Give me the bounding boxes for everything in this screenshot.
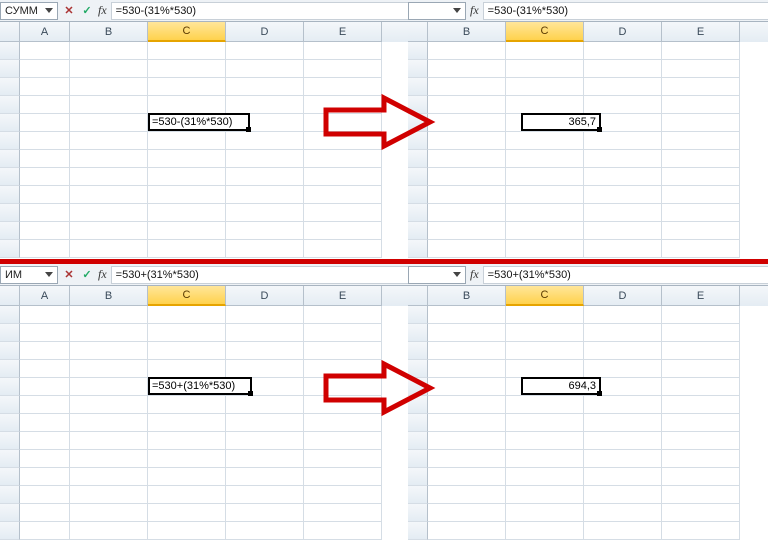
col-header-a[interactable]: A — [20, 286, 70, 306]
cell-grid[interactable] — [408, 42, 768, 258]
dropdown-icon — [453, 8, 461, 13]
accept-button[interactable]: ✓ — [78, 2, 96, 20]
panel-top-right: fx =530-(31%*530) B C D E 365,7 — [408, 0, 768, 260]
formula-bar: ИМ ✕ ✓ fx =530+(31%*530) — [0, 264, 408, 286]
dropdown-icon — [45, 272, 53, 277]
column-headers: B C D E — [408, 286, 768, 306]
cell-grid[interactable] — [408, 306, 768, 540]
select-all-corner[interactable] — [0, 286, 20, 306]
col-header-b[interactable]: B — [428, 22, 506, 42]
formula-bar: fx =530-(31%*530) — [408, 0, 768, 22]
name-box[interactable] — [408, 2, 466, 20]
col-header-d[interactable]: D — [226, 22, 304, 42]
arrow-right-icon — [322, 92, 442, 152]
cell-grid[interactable] — [0, 306, 408, 540]
formula-input[interactable]: =530+(31%*530) — [483, 266, 768, 284]
col-header-c[interactable]: C — [506, 22, 584, 42]
col-header-e[interactable]: E — [304, 286, 382, 306]
dropdown-icon — [453, 272, 461, 277]
name-box[interactable]: СУММ — [0, 2, 58, 20]
col-header-c[interactable]: C — [148, 22, 226, 42]
name-box-value: ИМ — [5, 269, 22, 281]
horizontal-separator — [0, 259, 768, 264]
col-header-e[interactable]: E — [662, 22, 740, 42]
dropdown-icon — [45, 8, 53, 13]
name-box[interactable] — [408, 266, 466, 284]
col-header-d[interactable]: D — [584, 22, 662, 42]
fx-icon[interactable]: fx — [96, 3, 111, 18]
name-box[interactable]: ИМ — [0, 266, 58, 284]
col-header-d[interactable]: D — [584, 286, 662, 306]
formula-text: =530+(31%*530) — [116, 269, 199, 281]
fx-icon[interactable]: fx — [96, 267, 111, 282]
col-header-c[interactable]: C — [148, 286, 226, 306]
formula-input[interactable]: =530-(31%*530) — [111, 2, 408, 20]
column-headers: A B C D E — [0, 22, 408, 42]
col-header-e[interactable]: E — [662, 286, 740, 306]
select-all-corner[interactable] — [408, 22, 428, 42]
formula-input[interactable]: =530-(31%*530) — [483, 2, 768, 20]
formula-text: =530-(31%*530) — [488, 5, 568, 17]
col-header-b[interactable]: B — [70, 22, 148, 42]
arrow-right-icon — [322, 358, 442, 418]
formula-bar: fx =530+(31%*530) — [408, 264, 768, 286]
fx-icon[interactable]: fx — [468, 267, 483, 282]
formula-text: =530+(31%*530) — [488, 269, 571, 281]
col-header-e[interactable]: E — [304, 22, 382, 42]
formula-input[interactable]: =530+(31%*530) — [111, 266, 408, 284]
column-headers: A B C D E — [0, 286, 408, 306]
name-box-value: СУММ — [5, 5, 38, 17]
formula-bar: СУММ ✕ ✓ fx =530-(31%*530) — [0, 0, 408, 22]
panel-bottom-right: fx =530+(31%*530) B C D E 694,3 — [408, 264, 768, 551]
accept-button[interactable]: ✓ — [78, 266, 96, 284]
cancel-button[interactable]: ✕ — [60, 266, 78, 284]
col-header-d[interactable]: D — [226, 286, 304, 306]
col-header-a[interactable]: A — [20, 22, 70, 42]
formula-text: =530-(31%*530) — [116, 5, 196, 17]
select-all-corner[interactable] — [0, 22, 20, 42]
column-headers: B C D E — [408, 22, 768, 42]
col-header-c[interactable]: C — [506, 286, 584, 306]
select-all-corner[interactable] — [408, 286, 428, 306]
fx-icon[interactable]: fx — [468, 3, 483, 18]
col-header-b[interactable]: B — [70, 286, 148, 306]
col-header-b[interactable]: B — [428, 286, 506, 306]
cancel-button[interactable]: ✕ — [60, 2, 78, 20]
